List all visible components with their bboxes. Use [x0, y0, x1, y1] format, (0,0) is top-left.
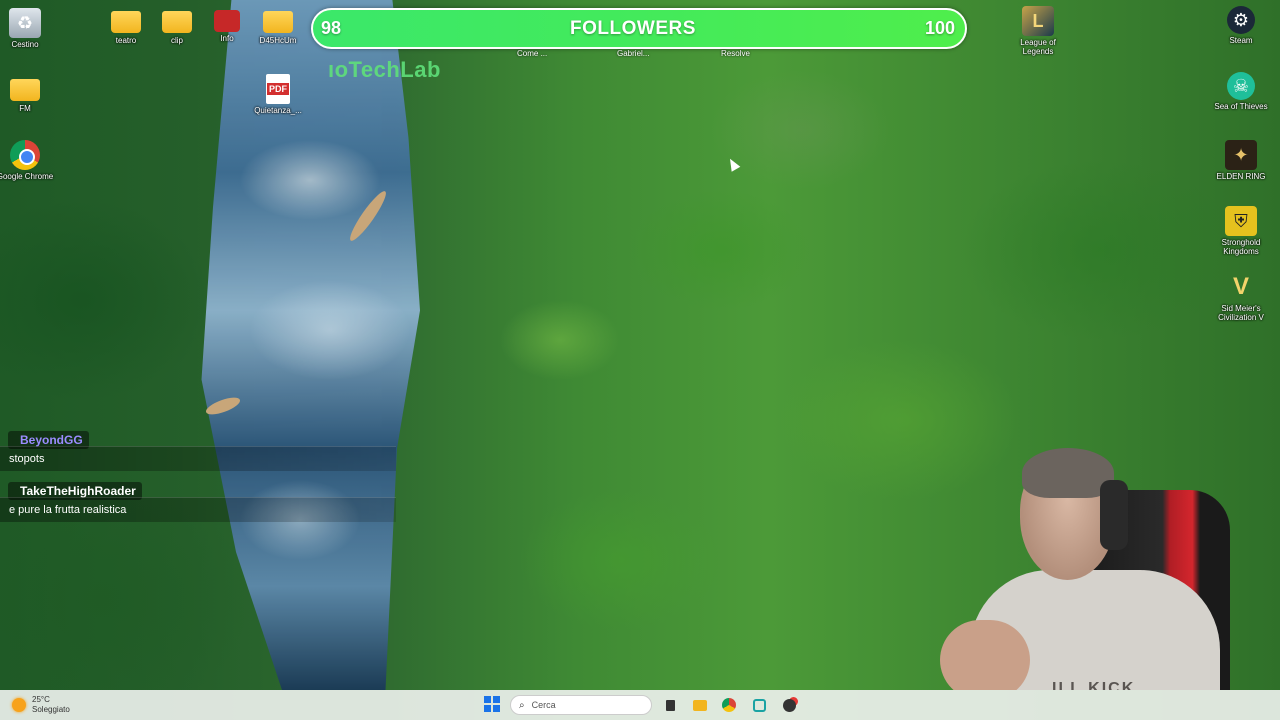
desktop-icon-stronghold-kingdoms[interactable]: ⛨ Stronghold Kingdoms: [1211, 206, 1271, 256]
streamer-hand: [940, 620, 1030, 690]
desktop-icon-label: Come ...: [517, 49, 548, 58]
desktop-icon-recycle-bin[interactable]: ♻ Cestino: [0, 8, 55, 49]
mouse-cursor-icon: [725, 156, 741, 172]
civilization-icon: V: [1232, 273, 1249, 300]
task-view-icon[interactable]: [660, 695, 680, 715]
desktop-icon-google-chrome[interactable]: Google Chrome: [0, 140, 55, 181]
desktop-icon-label: ELDEN RING: [1216, 172, 1266, 181]
desktop-icon-label: Google Chrome: [0, 172, 54, 181]
app-icon[interactable]: [749, 695, 769, 715]
desktop-icon-label: Steam: [1229, 36, 1253, 45]
desktop-icon-steam[interactable]: ⚙ Steam: [1211, 6, 1271, 45]
desktop-icon-sea-of-thieves[interactable]: ☠ Sea of Thieves: [1211, 72, 1271, 111]
weather-description: Soleggiato: [32, 705, 70, 714]
followers-current: 98: [321, 18, 342, 38]
desktop-icon-league-of-legends[interactable]: L League of Legends: [1008, 6, 1068, 56]
stronghold-icon: ⛨: [1225, 206, 1257, 236]
steam-icon: ⚙: [1227, 6, 1255, 34]
desktop-icon-label: Stronghold Kingdoms: [1221, 238, 1261, 256]
desktop-icon-label: Sea of Thieves: [1214, 102, 1268, 111]
chrome-icon[interactable]: [719, 695, 739, 715]
chat-message: stopots: [0, 446, 396, 471]
desktop-icon-quietanza[interactable]: PDF Quietanza_...: [248, 74, 308, 115]
search-icon: ⌕: [519, 699, 525, 711]
file-explorer-icon[interactable]: [690, 695, 710, 715]
chat-message: e pure la frutta realistica: [0, 497, 396, 522]
sun-icon: [12, 698, 26, 712]
shirt-print: ILL KICK: [1052, 680, 1136, 690]
desktop-icon-label: League of Legends: [1020, 38, 1056, 56]
folder-icon: [10, 79, 40, 101]
followers-title: FOLLOWERS: [570, 17, 696, 39]
elden-ring-icon: ✦: [1225, 140, 1257, 170]
folder-icon: [263, 11, 293, 33]
desktop-icon-label: D45HcUm: [259, 36, 297, 45]
app-icon: [214, 10, 240, 32]
desktop-icon-elden-ring[interactable]: ✦ ELDEN RING: [1211, 140, 1271, 181]
start-button[interactable]: [483, 695, 501, 713]
taskbar: 25°C Soleggiato ⌕ Cerca: [0, 690, 1280, 720]
desktop-icon-label: FM: [19, 104, 31, 113]
weather-temperature: 25°C: [32, 695, 50, 704]
chrome-icon: [10, 140, 40, 170]
folder-icon: [111, 11, 141, 33]
search-placeholder: Cerca: [531, 700, 556, 710]
pdf-icon: PDF: [266, 74, 290, 104]
sea-of-thieves-icon: ☠: [1227, 72, 1255, 100]
recycle-bin-icon: ♻: [9, 8, 41, 38]
obs-icon[interactable]: [779, 695, 799, 715]
desktop-icon-fm[interactable]: FM: [0, 72, 55, 113]
followers-goal: 100: [924, 18, 955, 38]
weather-widget[interactable]: 25°C Soleggiato: [12, 695, 70, 715]
webcam-overlay: ILL KICK: [940, 440, 1280, 690]
desktop-icon-label: Quietanza_...: [254, 106, 302, 115]
folder-icon: [162, 11, 192, 33]
desktop-icon-d45hcum[interactable]: D45HcUm: [248, 4, 308, 45]
desktop-icon-label: Resolve: [721, 49, 750, 58]
followers-goal-bar: 98 FOLLOWERS 100: [311, 8, 967, 49]
league-icon: L: [1022, 6, 1054, 36]
desktop-icon-label: Cestino: [11, 40, 39, 49]
desktop-icon-civilization-v[interactable]: V Sid Meier's Civilization V: [1211, 272, 1271, 322]
headset-icon: [1100, 480, 1128, 550]
desktop-icon-label: Sid Meier's Civilization V: [1218, 304, 1264, 322]
taskbar-search[interactable]: ⌕ Cerca: [510, 695, 652, 715]
desktop-icon-label: Gabriel...: [617, 49, 650, 58]
channel-watermark: ıoTechLab: [328, 57, 441, 82]
